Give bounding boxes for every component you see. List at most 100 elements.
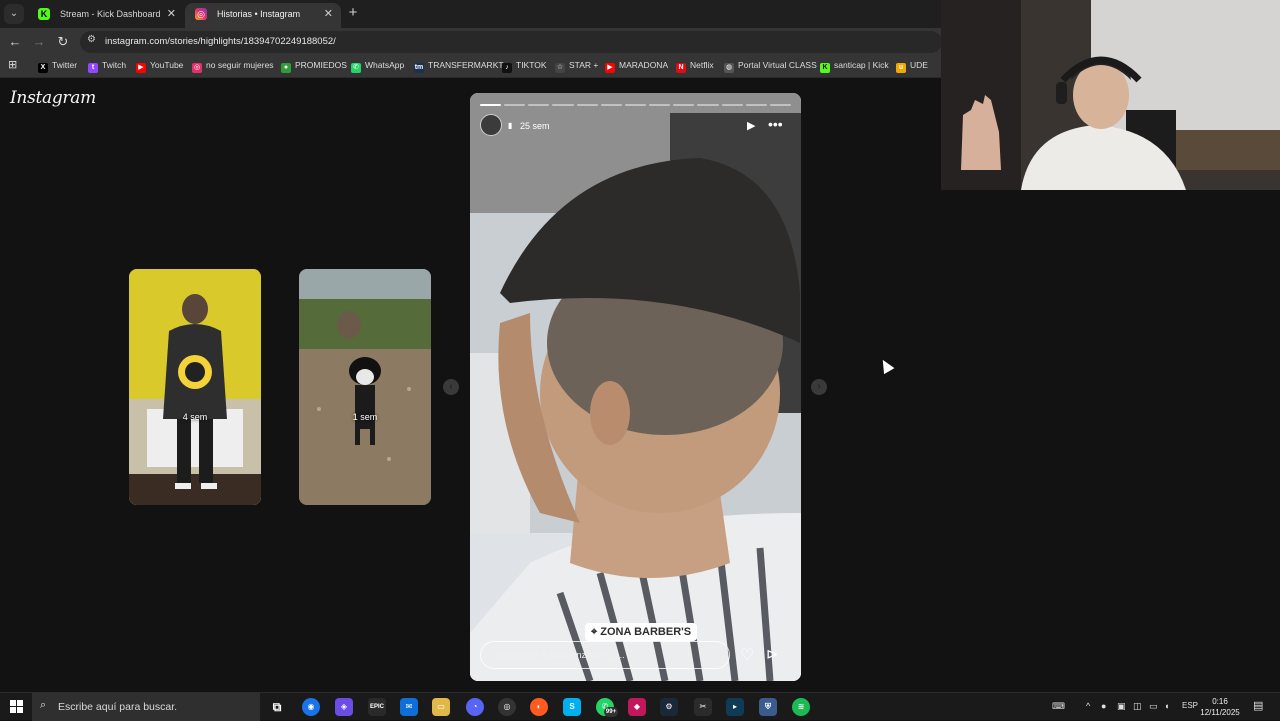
chevron-up-icon[interactable]: ^	[1086, 701, 1090, 711]
shield-icon[interactable]: ⛨	[759, 698, 777, 716]
site-info-icon[interactable]: ⚙	[87, 34, 96, 45]
youtube-icon: ▶	[136, 63, 146, 73]
discord-icon[interactable]: ◔	[466, 698, 484, 716]
terminal-icon[interactable]: ▸	[726, 698, 744, 716]
progress-segment	[552, 104, 574, 106]
promiedos-icon: ●	[281, 63, 291, 73]
bookmark-label: Twitter	[52, 60, 78, 70]
mail-icon[interactable]: ✉	[400, 698, 418, 716]
bookmark-label: Netflix	[690, 60, 714, 70]
url-text: instagram.com/stories/highlights/1839470…	[105, 36, 336, 47]
x-icon: X	[38, 63, 48, 73]
network-icon[interactable]: ▭	[1149, 701, 1158, 712]
bookmark-santicap-kick[interactable]: Ksanticap | Kick	[820, 60, 889, 73]
microphone-icon[interactable]: ●	[1101, 701, 1106, 711]
play-icon[interactable]: ▶	[747, 119, 755, 132]
bookmark-no-seguir[interactable]: ◎ no seguir mujeres	[192, 60, 274, 73]
reload-icon[interactable]: ↻	[54, 33, 72, 51]
skype-icon[interactable]: S	[563, 698, 581, 716]
story-viewer[interactable]: ▮ 25 sem ▶ ••• ⌖ ZONA BARBER'S Responder…	[470, 93, 801, 681]
tiktok-icon: ♪	[502, 63, 512, 73]
keyboard-icon[interactable]: ⌨	[1052, 701, 1065, 712]
obs-icon[interactable]: ◎	[498, 698, 516, 716]
file-explorer-icon[interactable]: ▭	[432, 698, 450, 716]
copilot-icon[interactable]: ◈	[335, 698, 353, 716]
task-view-icon[interactable]: ⧉	[268, 698, 286, 716]
instagram-logo[interactable]: Instagram	[10, 88, 96, 108]
transfermarkt-icon: tm	[414, 63, 424, 73]
more-options-icon[interactable]: •••	[768, 116, 783, 132]
tray-app-icon[interactable]: ◫	[1133, 701, 1142, 712]
forward-arrow-icon[interactable]: →	[30, 33, 48, 51]
heart-icon[interactable]: ♡	[740, 645, 754, 665]
story-thumbnail[interactable]: 4 sem	[129, 269, 261, 505]
bookmark-star[interactable]: ☆ STAR +	[555, 60, 598, 73]
progress-segment	[745, 104, 767, 106]
tray-app-icon[interactable]: ▣	[1117, 701, 1126, 712]
send-icon[interactable]: ⊳	[766, 645, 779, 663]
address-bar[interactable]: ⚙ instagram.com/stories/highlights/18394…	[80, 31, 942, 53]
tab-instagram[interactable]: ◎ Historias • Instagram ✕	[185, 3, 341, 28]
bookmark-promiedos[interactable]: ● PROMIEDOS	[281, 60, 347, 73]
story-thumbnail[interactable]: 1 sem	[299, 269, 431, 505]
progress-segment	[600, 104, 622, 106]
bookmark-label: no seguir mujeres	[206, 60, 274, 70]
reply-input[interactable]: Responder a mattgonzalezz__...	[480, 641, 730, 669]
clock-time: 0:16	[1212, 697, 1228, 706]
progress-segment	[528, 104, 550, 106]
bookmark-portal-virtual[interactable]: ◍ Portal Virtual CLASS	[724, 60, 817, 73]
tab-search-button[interactable]: ⌄	[4, 4, 24, 24]
steam-icon[interactable]: ⚙	[660, 698, 678, 716]
capcut-icon[interactable]: ✂	[694, 698, 712, 716]
bookmark-label: santicap | Kick	[834, 60, 889, 70]
webcam-overlay	[941, 0, 1280, 190]
progress-segment	[624, 104, 647, 106]
close-icon[interactable]: ✕	[324, 3, 333, 25]
location-label: ZONA BARBER'S	[600, 626, 692, 638]
bookmark-twitter[interactable]: X Twitter	[38, 60, 77, 73]
bookmark-transfermarkt[interactable]: tm TRANSFERMARKT	[414, 60, 504, 73]
whatsapp-icon: ✆	[351, 63, 361, 73]
progress-segment	[673, 104, 695, 106]
app-icon[interactable]: ◆	[628, 698, 646, 716]
epic-games-icon[interactable]: EPIC	[368, 698, 386, 716]
volume-icon[interactable]: ◖	[1164, 701, 1169, 711]
tab-kick-dashboard[interactable]: K Stream - Kick Dashboard ✕	[28, 3, 184, 28]
webcam-image	[941, 0, 1280, 190]
apps-grid-icon[interactable]: ⊞	[8, 58, 17, 71]
location-sticker[interactable]: ⌖ ZONA BARBER'S	[585, 623, 698, 641]
bookmark-maradona[interactable]: ▶ MARADONA	[605, 60, 668, 73]
language-indicator[interactable]: ESP	[1182, 701, 1198, 710]
previous-story-arrow-icon[interactable]: ‹	[443, 379, 459, 395]
location-pin-icon: ⌖	[591, 626, 598, 638]
notifications-icon[interactable]: ▤	[1253, 699, 1263, 712]
progress-segment	[697, 104, 719, 106]
windows-start-icon[interactable]	[10, 700, 23, 713]
back-arrow-icon[interactable]: ←	[6, 33, 24, 51]
spotify-icon[interactable]: ≋	[792, 698, 810, 716]
story-time: 25 sem	[520, 121, 550, 131]
kick-icon: K	[820, 63, 830, 73]
bookmark-label: TIKTOK	[516, 60, 547, 70]
bookmark-youtube[interactable]: ▶ YouTube	[136, 60, 183, 73]
close-icon[interactable]: ✕	[167, 3, 176, 25]
notification-badge: 99+	[604, 707, 618, 717]
taskbar-search-box[interactable]: ⌕ Escribe aquí para buscar.	[32, 693, 260, 721]
progress-segment	[769, 104, 792, 106]
kick-icon: K	[38, 8, 50, 20]
bookmark-twitch[interactable]: t Twitch	[88, 60, 126, 73]
next-story-arrow-icon[interactable]: ›	[811, 379, 827, 395]
bookmark-label: PROMIEDOS	[295, 60, 347, 70]
chrome-icon[interactable]: ◉	[302, 698, 320, 716]
origin-icon[interactable]: ◐	[530, 698, 548, 716]
bookmark-label: TRANSFERMARKT	[428, 60, 504, 70]
bookmark-netflix[interactable]: N Netflix	[676, 60, 714, 73]
avatar[interactable]	[480, 114, 502, 136]
bookmark-tiktok[interactable]: ♪ TIKTOK	[502, 60, 547, 73]
bookmark-label: Portal Virtual CLASS	[738, 60, 817, 70]
new-tab-button[interactable]: +	[344, 4, 362, 22]
bookmark-whatsapp[interactable]: ✆ WhatsApp	[351, 60, 404, 73]
bookmark-ude[interactable]: u UDE	[896, 60, 928, 73]
bookmark-label: STAR +	[569, 60, 599, 70]
taskbar-clock[interactable]: 0:16 12/11/2025	[1198, 696, 1242, 718]
